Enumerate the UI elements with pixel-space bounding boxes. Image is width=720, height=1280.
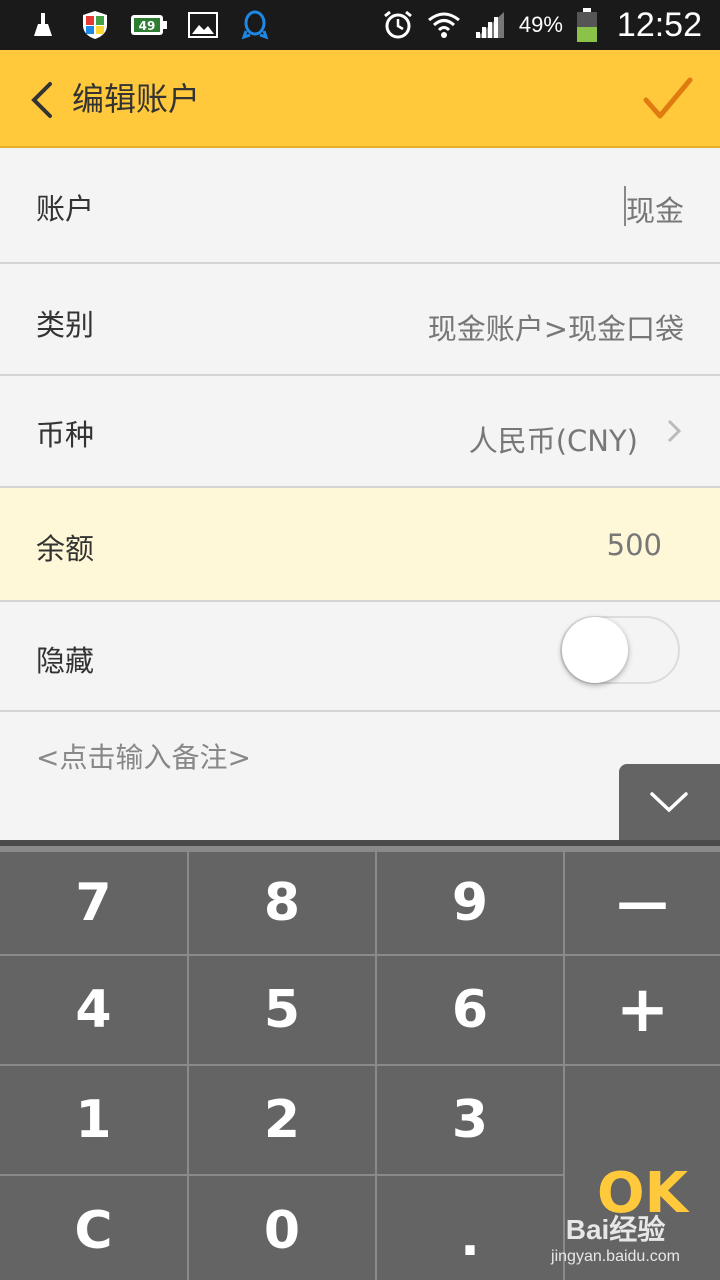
shield-icon [78,8,112,42]
app-header: 编辑账户 [0,50,720,148]
key-clear[interactable]: C [0,1176,187,1280]
chevron-left-icon [31,82,52,118]
watermark-brand: Bai经验 [565,1214,666,1245]
page-title: 编辑账户 [72,80,201,118]
key-plus[interactable]: + [565,956,720,1064]
balance-value[interactable]: 500 [607,528,662,562]
key-decimal[interactable]: . [377,1176,563,1280]
cleaner-icon [26,8,60,42]
key-2[interactable]: 2 [189,1066,375,1174]
qq-icon [238,8,272,42]
collapse-keypad-button[interactable] [619,764,720,842]
key-5[interactable]: 5 [189,956,375,1064]
notes-area[interactable]: <点击输入备注> [0,712,720,840]
key-7[interactable]: 7 [0,852,187,954]
battery-icon [575,8,599,42]
chevron-down-icon [650,792,688,813]
watermark-url: jingyan.baidu.com [551,1248,680,1265]
svg-text:49: 49 [139,19,156,33]
currency-row[interactable]: 币种 人民币(CNY) [0,376,720,488]
balance-label: 余额 [36,532,95,566]
key-9[interactable]: 9 [377,852,563,954]
numeric-keypad: 7 8 9 — 4 5 6 + 1 2 3 C 0 . OK Bai经验 jin… [0,840,720,1280]
hidden-row: 隐藏 [0,602,720,712]
check-icon [643,77,693,119]
account-row[interactable]: 账户 现金 [0,150,720,264]
back-button[interactable] [26,80,58,120]
toggle-knob[interactable] [562,617,628,683]
key-1[interactable]: 1 [0,1066,187,1174]
balance-row[interactable]: 余额 500 [0,488,720,602]
key-0[interactable]: 0 [189,1176,375,1280]
battery-app-icon: 49 [130,8,168,42]
confirm-button[interactable] [642,76,694,122]
category-row[interactable]: 类别 现金账户>现金口袋 [0,264,720,376]
key-4[interactable]: 4 [0,956,187,1064]
status-time: 12:52 [616,5,702,44]
account-label: 账户 [36,192,95,226]
signal-icon [473,8,507,42]
status-bar: 49 49% 12:52 [0,0,720,50]
key-3[interactable]: 3 [377,1066,563,1174]
currency-value: 人民币(CNY) [468,424,638,458]
alarm-icon [381,8,415,42]
hidden-label: 隐藏 [36,644,95,678]
currency-label: 币种 [36,418,95,452]
category-label: 类别 [36,308,95,342]
chevron-right-icon [667,419,682,443]
notes-placeholder[interactable]: <点击输入备注> [36,736,251,776]
key-6[interactable]: 6 [377,956,563,1064]
key-8[interactable]: 8 [189,852,375,954]
battery-percent: 49% [518,12,563,37]
key-minus[interactable]: — [565,852,720,954]
category-value: 现金账户>现金口袋 [427,312,684,346]
gallery-icon [186,8,220,42]
account-value[interactable]: 现金 [626,188,684,230]
baidu-watermark: Bai经验 jingyan.baidu.com [551,1208,680,1266]
wifi-icon [427,8,461,42]
